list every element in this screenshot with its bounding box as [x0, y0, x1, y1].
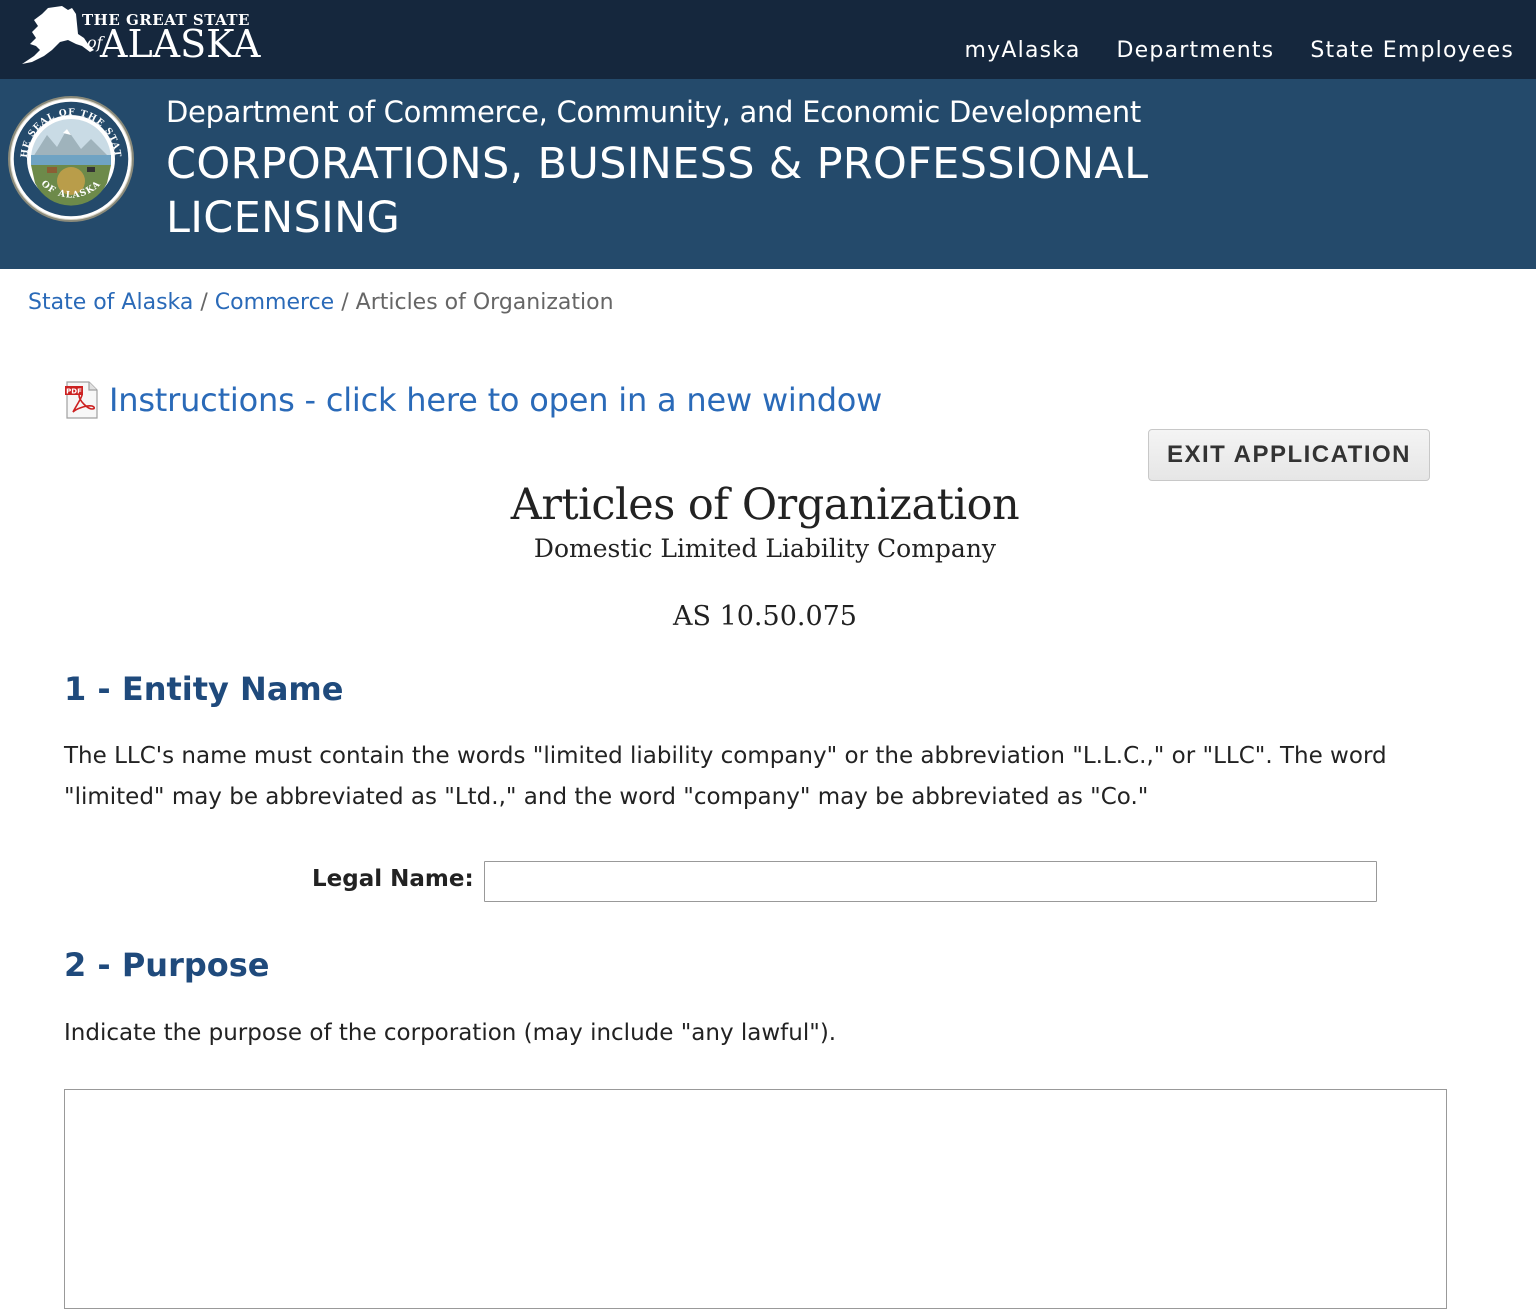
logo-state-name: ALASKA [100, 22, 261, 66]
legal-name-label: Legal Name: [312, 866, 474, 892]
purpose-textarea[interactable] [64, 1089, 1447, 1309]
alaska-logo[interactable]: THE GREAT STATE of ALASKA [18, 4, 278, 72]
breadcrumb-commerce[interactable]: Commerce [215, 290, 334, 315]
nav-state-employees[interactable]: State Employees [1310, 38, 1514, 63]
breadcrumb-separator: / [200, 290, 208, 315]
exit-application-button[interactable]: EXIT APPLICATION [1148, 429, 1430, 481]
division-name: CORPORATIONS, BUSINESS & PROFESSIONAL LI… [166, 139, 1149, 243]
department-name: Department of Commerce, Community, and E… [166, 95, 1141, 129]
instructions-link[interactable]: Instructions - click here to open in a n… [109, 381, 882, 419]
purpose-instructions: Indicate the purpose of the corporation … [64, 1020, 837, 1046]
breadcrumb-separator: / [341, 290, 349, 315]
breadcrumb: State of Alaska / Commerce / Articles of… [28, 290, 614, 315]
form-statute: AS 10.50.075 [673, 601, 857, 632]
nav-myalaska[interactable]: myAlaska [965, 38, 1081, 63]
state-seal-icon: THE SEAL OF THE STATE OF ALASKA [7, 95, 134, 222]
nav-departments[interactable]: Departments [1117, 38, 1275, 63]
top-nav: myAlaska Departments State Employees [965, 38, 1514, 63]
section-heading-entity-name: 1 - Entity Name [64, 670, 344, 708]
form-subtitle: Domestic Limited Liability Company [533, 534, 997, 563]
section-heading-purpose: 2 - Purpose [64, 946, 270, 984]
top-bar: THE GREAT STATE of ALASKA myAlaska Depar… [0, 0, 1536, 79]
breadcrumb-state-of-alaska[interactable]: State of Alaska [28, 290, 193, 315]
instructions-row: PDF Instructions - click here to open in… [64, 381, 882, 419]
legal-name-input[interactable] [484, 861, 1377, 902]
entity-name-instructions: The LLC's name must contain the words "l… [64, 743, 1387, 810]
breadcrumb-current: Articles of Organization [355, 290, 614, 315]
department-banner: THE SEAL OF THE STATE OF ALASKA Departme… [0, 79, 1536, 269]
pdf-icon[interactable]: PDF [64, 381, 100, 419]
form-title: Articles of Organization [510, 480, 1020, 530]
